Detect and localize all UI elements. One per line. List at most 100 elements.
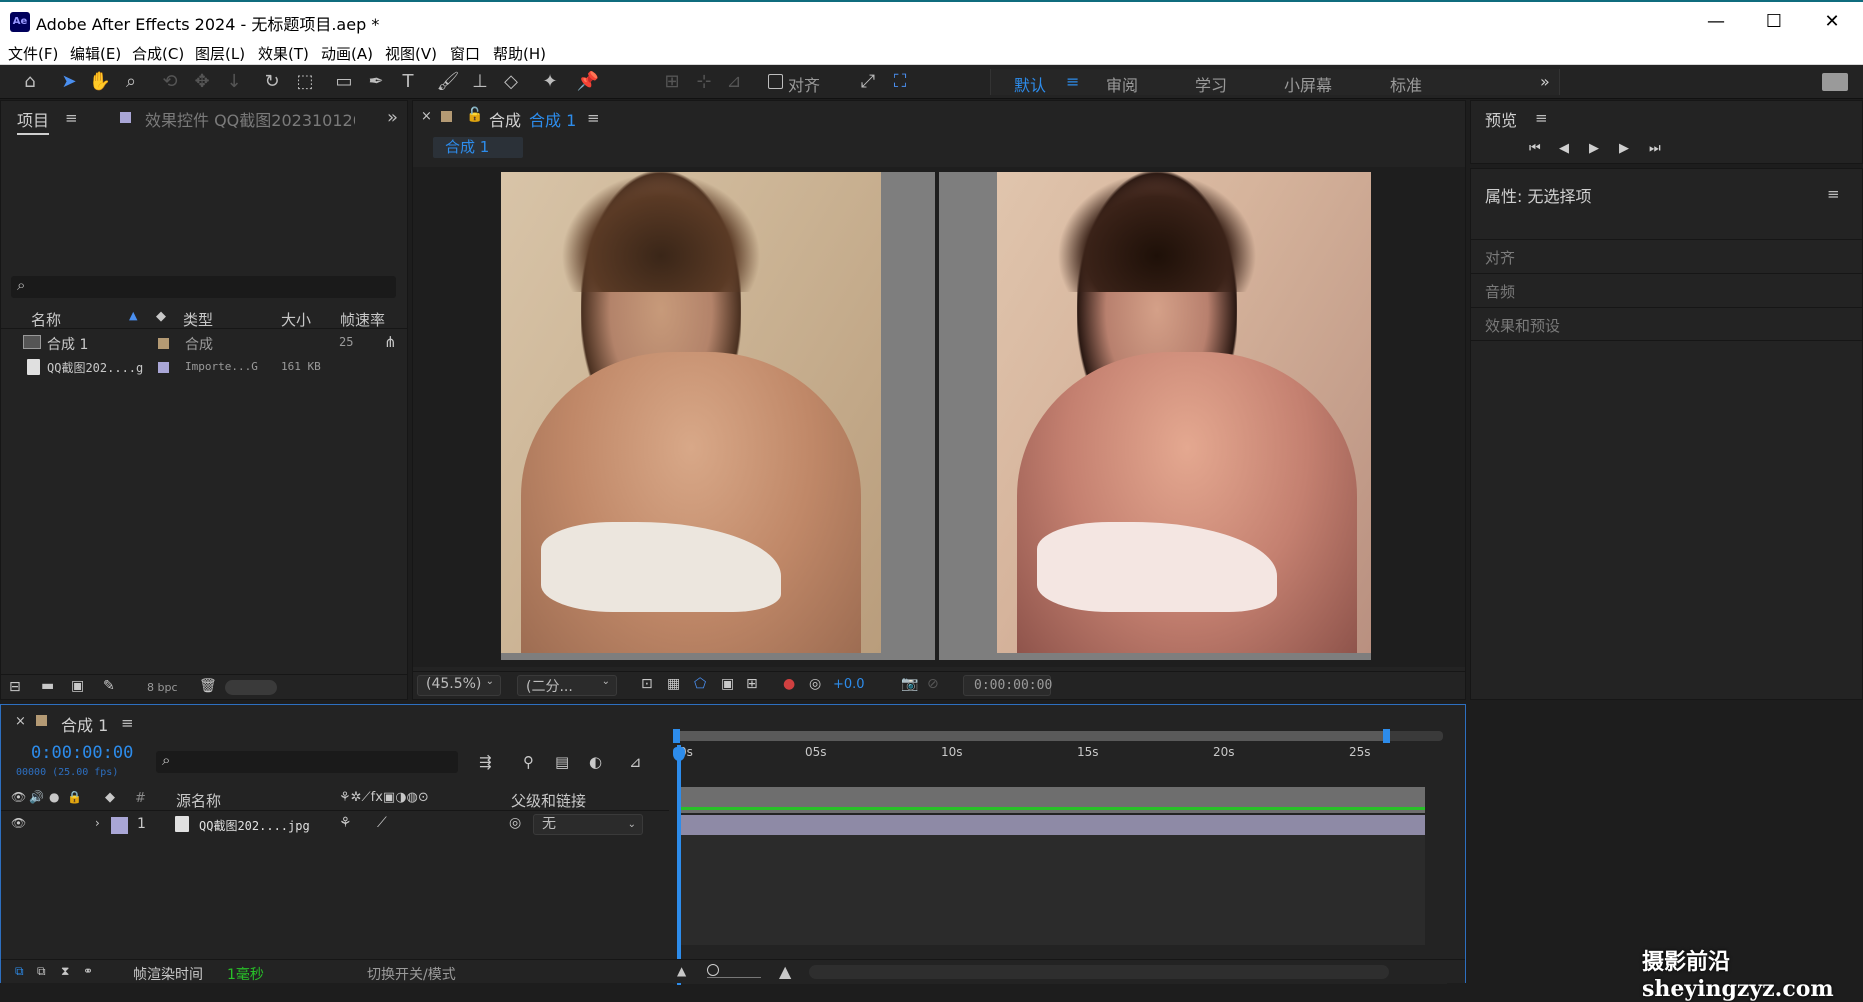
timeline-tab[interactable]: 合成 1 [61,712,108,736]
transfer-controls-icon[interactable]: ⧉ [37,964,46,979]
comp-breadcrumb[interactable]: 合成 1 [433,137,523,158]
close-button[interactable]: ✕ [1804,6,1860,38]
new-composition-icon[interactable]: ▣ [71,678,84,694]
solo-icon[interactable]: ● [49,790,59,804]
menu-edit[interactable]: 编辑(E) [70,43,121,64]
flowchart-icon[interactable]: ⋔ [384,333,397,351]
workspace-menu-icon[interactable]: ≡ [1066,72,1079,91]
in-out-icon[interactable]: ⧗ [61,964,69,979]
grid-guides-icon[interactable]: ⊞ [746,676,758,692]
menu-composition[interactable]: 合成(C) [132,43,184,64]
project-item[interactable]: QQ截图202....g Importe...G 161 KB [1,355,407,379]
lock-icon[interactable]: 🔓 [466,107,483,123]
workspace-overflow-icon[interactable]: » [1540,72,1550,91]
transparency-grid-icon[interactable]: ▦ [667,676,680,692]
current-time-display[interactable]: 0:00:00:00 [963,675,1052,696]
rectangle-tool-icon[interactable]: ▭ [332,70,356,94]
region-of-interest-icon[interactable]: ▣ [721,676,734,692]
brush-tool-icon[interactable]: 🖌 [436,70,460,94]
work-area-end-handle[interactable] [1383,729,1390,743]
zoom-out-icon[interactable]: ▲ [677,964,686,978]
selection-tool-icon[interactable]: ➤ [57,70,81,94]
properties-menu-icon[interactable]: ≡ [1827,185,1840,203]
composition-flowchart-icon[interactable]: ⇶ [479,753,492,771]
layer-name[interactable]: QQ截图202....jpg [199,817,310,834]
pick-whip-icon[interactable]: ◎ [509,815,521,831]
col-parent[interactable]: 父级和链接 [511,790,586,811]
shy-switch-icon[interactable]: ⚘ [339,815,352,831]
first-frame-icon[interactable]: ⏮ [1529,141,1541,156]
type-tool-icon[interactable]: T [396,70,420,94]
menu-animation[interactable]: 动画(A) [321,43,373,64]
project-menu-icon[interactable]: ≡ [65,109,78,127]
playhead[interactable] [677,745,681,985]
hand-tool-icon[interactable]: ✋ [88,70,112,94]
project-search-input[interactable]: ⌕ [11,276,396,298]
frame-blending-icon[interactable]: ▤ [555,753,569,771]
maximize-button[interactable]: ☐ [1746,6,1802,38]
horizontal-scrollbar[interactable] [809,965,1389,979]
pen-tool-icon[interactable]: ✒ [364,70,388,94]
col-type[interactable]: 类型 [183,309,213,330]
previous-frame-icon[interactable]: ◀ [1559,141,1569,156]
sort-ascending-icon[interactable]: ▲ [129,309,137,322]
graph-editor-icon[interactable]: ⊿ [629,753,642,771]
rotation-tool-icon[interactable]: ↻ [260,70,284,94]
work-area-range[interactable] [673,731,1385,741]
toggle-switches-modes[interactable]: 切换开关/模式 [367,964,456,984]
eraser-tool-icon[interactable]: ◇ [499,70,523,94]
color-channels-icon[interactable]: ● [783,676,795,692]
resolution-dropdown[interactable]: (二分... ⌄ [517,675,617,696]
puppet-pin-tool-icon[interactable]: 📌 [576,70,600,94]
label-tag-icon[interactable]: ◆ [156,309,166,324]
adjust-settings-icon[interactable]: ✎ [103,678,115,694]
workspace-review[interactable]: 审阅 [1106,72,1138,96]
viewer[interactable] [413,167,1465,667]
parent-dropdown[interactable]: 无 ⌄ [533,814,643,835]
expand-chevron-icon[interactable]: › [95,816,100,830]
layer-switches-icon[interactable]: ⧉ [15,964,24,979]
menu-layer[interactable]: 图层(L) [195,43,245,64]
col-size[interactable]: 大小 [281,309,311,330]
orbit-camera-icon[interactable]: ⟲ [158,70,182,94]
exposure-value[interactable]: +0.0 [833,677,865,692]
menu-view[interactable]: 视图(V) [385,43,437,64]
menu-window[interactable]: 窗口 [450,43,480,64]
work-area-start-handle[interactable] [673,729,680,743]
trash-icon[interactable]: 🗑 [199,678,217,694]
bpc-button[interactable]: 8 bpc [147,681,178,694]
last-frame-icon[interactable]: ⏭ [1649,141,1661,156]
preview-tab[interactable]: 预览 [1485,107,1517,131]
audio-section[interactable]: 音频 [1471,273,1862,307]
col-fps[interactable]: 帧速率 [340,309,385,330]
align-section[interactable]: 对齐 [1471,239,1862,273]
minimize-button[interactable]: — [1688,6,1744,38]
fast-previews-icon[interactable]: ⊡ [641,676,653,692]
search-help-icon[interactable] [1822,73,1848,91]
comp-tab-label[interactable]: 合成 [489,107,521,131]
menu-help[interactable]: 帮助(H) [493,43,546,64]
comp-tab-name[interactable]: 合成 1 [529,107,576,131]
dolly-camera-icon[interactable]: ↓ [222,70,246,94]
video-eye-icon[interactable]: 👁 [11,790,26,804]
effects-presets-section[interactable]: 效果和预设 [1471,307,1862,341]
shy-layers-icon[interactable]: ⚲ [523,753,534,771]
snapshot-icon[interactable]: 📷 [901,676,918,692]
project-tab[interactable]: 项目 [17,107,50,135]
project-item[interactable]: 合成 1 合成 25 ⋔ [1,331,407,355]
layer-label-swatch[interactable] [111,817,128,834]
zoom-in-icon[interactable]: ▲ [779,962,791,981]
workspace-standard[interactable]: 标准 [1390,72,1422,96]
timeline-menu-icon[interactable]: ≡ [121,714,134,732]
workspace-small-screen[interactable]: 小屏幕 [1284,72,1332,96]
timeline-search-input[interactable]: ⌕ [156,751,458,773]
anchor-point-tool-icon[interactable]: ⬚ [293,70,317,94]
reset-exposure-icon[interactable]: ◎ [809,676,821,692]
panel-overflow-icon[interactable]: » [387,107,398,128]
world-axis-icon[interactable]: ⊹ [692,70,716,94]
audio-icon[interactable]: 🔊 [29,790,44,804]
next-frame-icon[interactable]: ▶ [1619,141,1629,156]
local-axis-icon[interactable]: ⊞ [660,70,684,94]
col-source-name[interactable]: 源名称 [176,790,221,811]
align-checkbox[interactable] [768,74,783,89]
